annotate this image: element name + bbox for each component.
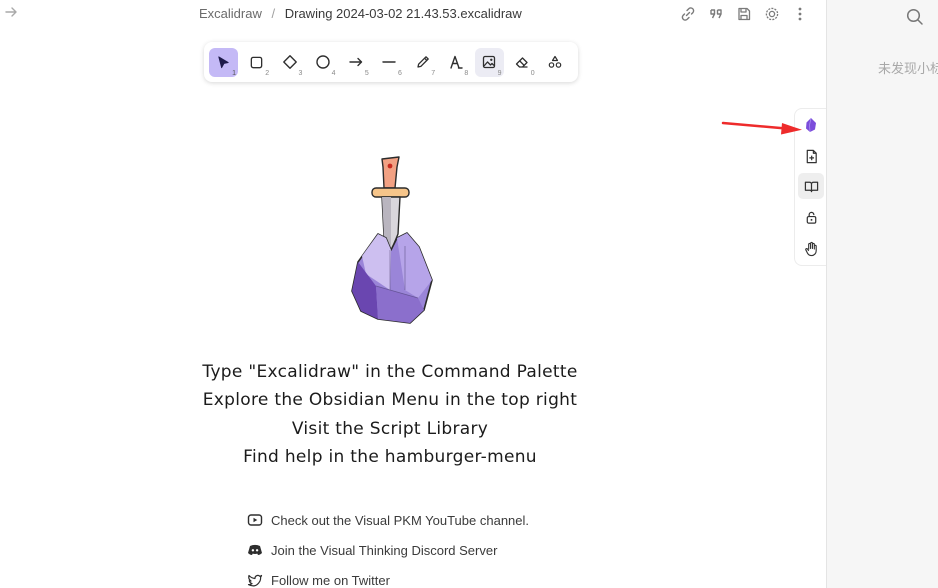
image-icon: [482, 55, 496, 69]
line-tool[interactable]: 6: [375, 48, 404, 77]
excalidraw-settings-icon[interactable]: [762, 4, 782, 24]
ellipse-icon: [316, 55, 330, 69]
twitter-icon: [247, 574, 263, 587]
tool-shortcut: 0: [530, 69, 535, 77]
arrow-right-icon[interactable]: [4, 5, 18, 19]
welcome-line: Visit the Script Library: [291, 419, 489, 439]
obsidian-icon: [806, 117, 816, 133]
outline-empty-message: 未发现小标题: [878, 61, 938, 76]
welcome-line: Find help in the hamburger-menu: [243, 447, 537, 467]
discord-link-label: Join the Visual Thinking Discord Server: [271, 542, 498, 558]
ellipse-tool[interactable]: 4: [309, 48, 338, 77]
library-button[interactable]: [798, 173, 824, 199]
pencil-icon: [416, 56, 429, 68]
tool-shortcut: 1: [232, 69, 236, 77]
rectangle-tool[interactable]: 2: [242, 48, 271, 77]
welcome-line: Type "Excalidraw" in the Command Palette: [202, 362, 578, 382]
file-plus-icon: [806, 149, 817, 163]
arrow-icon: [349, 57, 363, 67]
link-icon[interactable]: [678, 4, 698, 24]
tool-shortcut: 9: [497, 69, 502, 77]
shapes-more-icon: [549, 55, 562, 68]
tool-shortcut: 5: [364, 69, 369, 77]
shapes-toolbar: 1 2 3 4 5 6 7 8 9 0: [204, 42, 578, 82]
eraser-icon: [516, 57, 528, 68]
sword-illustration: [351, 156, 433, 324]
file-title[interactable]: Drawing 2024-03-02 21.43.53.excalidraw: [285, 6, 522, 21]
lock-icon: [806, 211, 816, 224]
hand-pan-button[interactable]: [798, 236, 824, 262]
rectangle-icon: [250, 56, 263, 68]
youtube-link[interactable]: Check out the Visual PKM YouTube channel…: [247, 512, 529, 528]
text-tool[interactable]: 8: [441, 48, 470, 77]
draw-tool[interactable]: 7: [408, 48, 437, 77]
eraser-tool[interactable]: 0: [508, 48, 537, 77]
new-file-button[interactable]: [798, 143, 824, 169]
text-icon: [450, 55, 463, 69]
tool-shortcut: 7: [431, 69, 436, 77]
save-icon[interactable]: [734, 4, 754, 24]
youtube-link-label: Check out the Visual PKM YouTube channel…: [271, 512, 530, 528]
breadcrumb-folder[interactable]: Excalidraw: [199, 6, 262, 21]
tool-shortcut: 8: [464, 69, 469, 77]
search-icon[interactable]: [905, 7, 925, 27]
lock-button[interactable]: [798, 204, 824, 230]
tool-shortcut: 3: [298, 69, 303, 77]
selection-tool[interactable]: 1: [209, 47, 238, 77]
cursor-icon: [218, 55, 229, 68]
discord-link[interactable]: Join the Visual Thinking Discord Server: [247, 542, 497, 558]
discord-icon: [248, 544, 262, 555]
hand-icon: [804, 241, 817, 257]
twitter-link-label: Follow me on Twitter: [271, 572, 390, 588]
obsidian-menu-button[interactable]: [798, 112, 824, 138]
tool-shortcut: 4: [331, 69, 336, 77]
line-icon: [382, 61, 397, 63]
outline-pane: 未发现小标题: [826, 0, 938, 588]
tool-shortcut: 2: [265, 69, 270, 77]
annotation-arrow: [721, 121, 802, 135]
diamond-tool[interactable]: 3: [275, 48, 304, 77]
youtube-icon: [247, 514, 263, 526]
view-header: Excalidraw / Drawing 2024-03-02 21.43.53…: [0, 0, 826, 28]
more-options-icon[interactable]: [790, 4, 810, 24]
more-tools-button[interactable]: [541, 48, 570, 77]
book-open-icon: [804, 181, 818, 192]
breadcrumb: Excalidraw / Drawing 2024-03-02 21.43.53…: [199, 6, 522, 21]
arrow-tool[interactable]: 5: [342, 48, 371, 77]
quote-icon[interactable]: [706, 4, 726, 24]
header-actions: [678, 4, 810, 24]
tool-shortcut: 6: [398, 69, 402, 77]
excalidraw-side-panel: [794, 108, 827, 266]
image-tool[interactable]: 9: [474, 47, 504, 77]
breadcrumb-separator: /: [271, 6, 276, 21]
twitter-link[interactable]: Follow me on Twitter: [247, 572, 390, 588]
diamond-icon: [282, 55, 297, 69]
welcome-line: Explore the Obsidian Menu in the top rig…: [202, 390, 578, 410]
